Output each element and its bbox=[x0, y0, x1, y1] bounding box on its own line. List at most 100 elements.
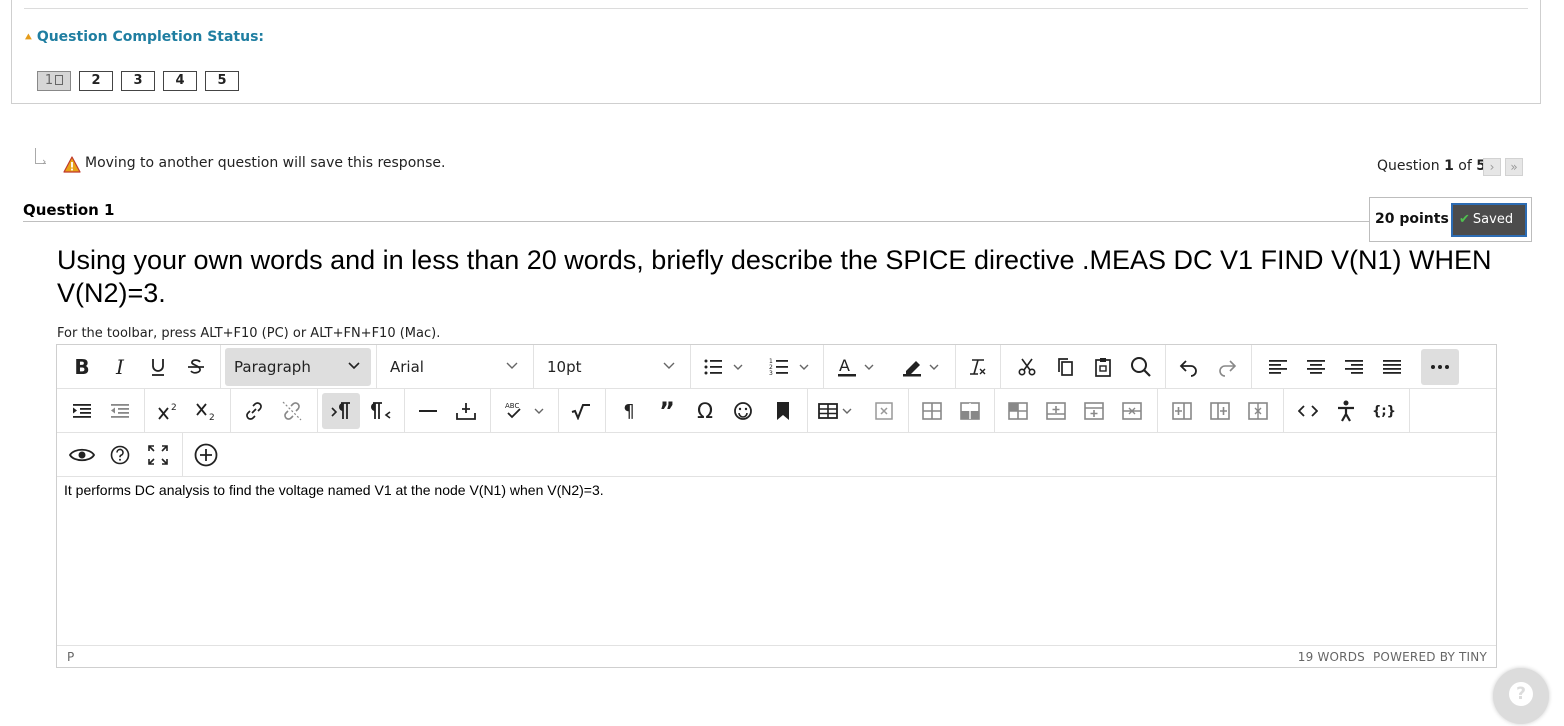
insert-row-after-button[interactable] bbox=[1041, 393, 1071, 429]
ltr-direction-button[interactable] bbox=[322, 393, 360, 429]
last-question-button[interactable]: » bbox=[1505, 158, 1523, 176]
delete-row-button[interactable] bbox=[1117, 393, 1147, 429]
unlink-icon bbox=[282, 401, 302, 421]
underline-button[interactable] bbox=[143, 349, 173, 385]
question-link-2[interactable]: 2 bbox=[79, 71, 113, 91]
align-left-button[interactable] bbox=[1263, 349, 1293, 385]
subscript-icon: 2 bbox=[196, 403, 215, 421]
bullet-list-icon bbox=[704, 359, 743, 375]
more-tools-button[interactable] bbox=[1421, 349, 1459, 385]
spellcheck-button[interactable]: ABC bbox=[499, 393, 553, 429]
delete-column-icon bbox=[1248, 402, 1268, 420]
completion-status-panel: ⯅ Question Completion Status: 1 2 3 4 5 bbox=[11, 0, 1541, 104]
question-link-5[interactable]: 5 bbox=[205, 71, 239, 91]
fullscreen-button[interactable] bbox=[143, 437, 173, 473]
code-sample-button[interactable]: {;} bbox=[1369, 393, 1399, 429]
save-warning-text: Moving to another question will save thi… bbox=[85, 155, 446, 171]
question-counter: Question 1 of 5 bbox=[1377, 158, 1486, 174]
counter-of: of bbox=[1453, 158, 1477, 174]
find-replace-button[interactable] bbox=[1126, 349, 1156, 385]
undo-button[interactable] bbox=[1174, 349, 1204, 385]
italic-button[interactable]: I bbox=[105, 349, 135, 385]
horizontal-line-button[interactable] bbox=[413, 393, 443, 429]
powered-by-link[interactable]: POWERED BY TINY bbox=[1373, 650, 1487, 664]
saved-button[interactable]: ✔ Saved bbox=[1451, 203, 1527, 237]
numbered-list-icon: 123 bbox=[769, 358, 809, 377]
accessibility-checker-button[interactable] bbox=[1331, 393, 1361, 429]
quote-icon: ” bbox=[659, 397, 675, 425]
question-link-label: 4 bbox=[175, 73, 185, 88]
italic-icon: I bbox=[116, 355, 124, 379]
insert-link-button[interactable] bbox=[239, 393, 269, 429]
font-family-select[interactable]: Arial bbox=[381, 348, 529, 386]
element-path[interactable]: P bbox=[67, 650, 74, 664]
question-link-3[interactable]: 3 bbox=[121, 71, 155, 91]
table-cell-props-button[interactable] bbox=[917, 393, 947, 429]
toolbar-separator bbox=[1157, 389, 1158, 433]
subscript-button[interactable]: 2 bbox=[191, 393, 221, 429]
floating-help-button[interactable]: ? bbox=[1493, 668, 1549, 724]
fullscreen-icon bbox=[148, 445, 168, 465]
table-row-props-button[interactable] bbox=[955, 393, 985, 429]
superscript-button[interactable]: 2 bbox=[153, 393, 183, 429]
block-format-select[interactable]: Paragraph bbox=[225, 348, 371, 386]
bold-button[interactable]: B bbox=[67, 349, 97, 385]
link-icon bbox=[246, 402, 262, 420]
cut-button[interactable] bbox=[1012, 349, 1042, 385]
equation-button[interactable] bbox=[566, 393, 596, 429]
svg-text:2: 2 bbox=[209, 413, 215, 421]
redo-button[interactable] bbox=[1212, 349, 1242, 385]
insert-anchor-button[interactable] bbox=[451, 393, 481, 429]
emoticons-button[interactable] bbox=[728, 393, 758, 429]
toolbar-separator bbox=[490, 389, 491, 433]
next-question-button[interactable]: › bbox=[1483, 158, 1501, 176]
clear-formatting-button[interactable] bbox=[962, 349, 992, 385]
editor-content[interactable]: It performs DC analysis to find the volt… bbox=[64, 482, 604, 498]
insert-column-after-button[interactable] bbox=[1205, 393, 1235, 429]
copy-button[interactable] bbox=[1050, 349, 1080, 385]
svg-text:3: 3 bbox=[769, 370, 773, 377]
question-link-1[interactable]: 1 bbox=[37, 71, 71, 91]
align-justify-button[interactable] bbox=[1377, 349, 1407, 385]
numbered-list-button[interactable]: 123 bbox=[763, 349, 819, 385]
insert-row-before-button[interactable] bbox=[1003, 393, 1033, 429]
indent-button[interactable] bbox=[67, 393, 97, 429]
question-link-4[interactable]: 4 bbox=[163, 71, 197, 91]
text-color-button[interactable]: A bbox=[830, 349, 886, 385]
bookmark-button[interactable] bbox=[768, 393, 798, 429]
insert-column-button[interactable] bbox=[1079, 393, 1109, 429]
source-code-button[interactable] bbox=[1293, 393, 1323, 429]
bullet-list-button[interactable] bbox=[697, 349, 753, 385]
add-content-button[interactable] bbox=[191, 437, 221, 473]
unlink-button[interactable] bbox=[277, 393, 307, 429]
table-row-icon bbox=[960, 402, 980, 420]
accessibility-icon bbox=[1338, 400, 1354, 422]
warning-icon bbox=[63, 156, 81, 173]
preview-button[interactable] bbox=[67, 437, 97, 473]
font-size-select[interactable]: 10pt bbox=[538, 348, 686, 386]
insert-column-before-icon bbox=[1172, 402, 1192, 420]
align-right-button[interactable] bbox=[1339, 349, 1369, 385]
insert-column-before-button[interactable] bbox=[1167, 393, 1197, 429]
outdent-button[interactable] bbox=[105, 393, 135, 429]
question-number-list: 1 2 3 4 5 bbox=[37, 71, 239, 91]
table-button[interactable] bbox=[814, 393, 860, 429]
strikethrough-button[interactable] bbox=[181, 349, 211, 385]
word-count[interactable]: 19 WORDS bbox=[1298, 650, 1365, 664]
document-icon bbox=[55, 75, 64, 85]
help-button[interactable] bbox=[105, 437, 135, 473]
paste-button[interactable] bbox=[1088, 349, 1118, 385]
align-right-icon bbox=[1345, 360, 1363, 374]
horizontal-line-icon bbox=[419, 410, 437, 412]
delete-column-button[interactable] bbox=[1243, 393, 1273, 429]
completion-status-toggle[interactable]: ⯅ Question Completion Status: bbox=[24, 29, 264, 45]
delete-table-button[interactable] bbox=[869, 393, 899, 429]
align-center-button[interactable] bbox=[1301, 349, 1331, 385]
special-character-button[interactable]: Ω bbox=[690, 393, 720, 429]
blockquote-button[interactable]: ” bbox=[652, 393, 682, 429]
statusbar-right: 19 WORDS POWERED BY TINY bbox=[1298, 650, 1487, 664]
highlight-color-button[interactable] bbox=[895, 349, 951, 385]
rtl-direction-button[interactable] bbox=[366, 393, 396, 429]
toolbar-separator bbox=[404, 389, 405, 433]
show-blocks-button[interactable]: ¶ bbox=[614, 393, 644, 429]
